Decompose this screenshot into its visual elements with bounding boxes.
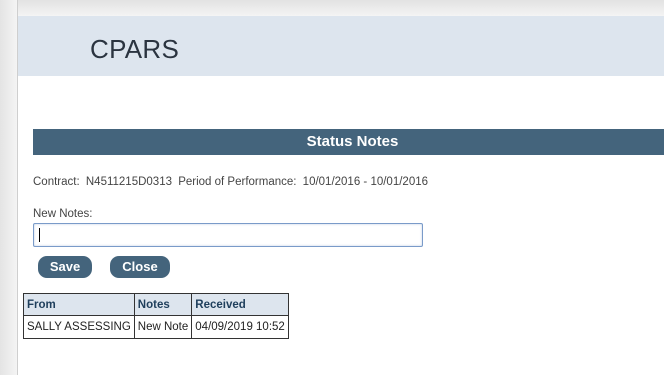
notes-table: From Notes Received SALLY ASSESSING New … xyxy=(23,293,289,339)
app-title: CPARS xyxy=(90,34,180,64)
period-value: 10/01/2016 - 10/01/2016 xyxy=(302,176,429,188)
column-header-notes: Notes xyxy=(133,293,193,316)
cell-notes: New Note xyxy=(133,315,193,339)
table-header-row: From Notes Received xyxy=(23,293,289,316)
table-row: SALLY ASSESSING New Note 04/09/2019 10:5… xyxy=(23,315,289,339)
app-header: CPARS xyxy=(18,16,664,76)
cell-from: SALLY ASSESSING xyxy=(23,315,135,339)
text-caret xyxy=(39,228,40,242)
app-window: CPARS Status Notes Contract: N4511215D03… xyxy=(0,0,664,375)
new-notes-input[interactable] xyxy=(33,223,423,247)
new-notes-label: New Notes: xyxy=(33,208,93,220)
contract-info: Contract: N4511215D0313 Period of Perfor… xyxy=(33,176,431,188)
save-button[interactable]: Save xyxy=(38,256,92,278)
cell-received: 04/09/2019 10:52 xyxy=(191,315,289,339)
close-button[interactable]: Close xyxy=(110,256,170,278)
column-header-from: From xyxy=(23,293,135,316)
window-top-edge xyxy=(0,0,664,16)
section-title-bar: Status Notes xyxy=(33,129,664,155)
column-header-received: Received xyxy=(191,293,289,316)
contract-number: N4511215D0313 xyxy=(85,176,172,188)
window-left-edge xyxy=(0,0,18,375)
contract-label: Contract: xyxy=(33,176,80,188)
period-label: Period of Performance: xyxy=(178,176,297,188)
